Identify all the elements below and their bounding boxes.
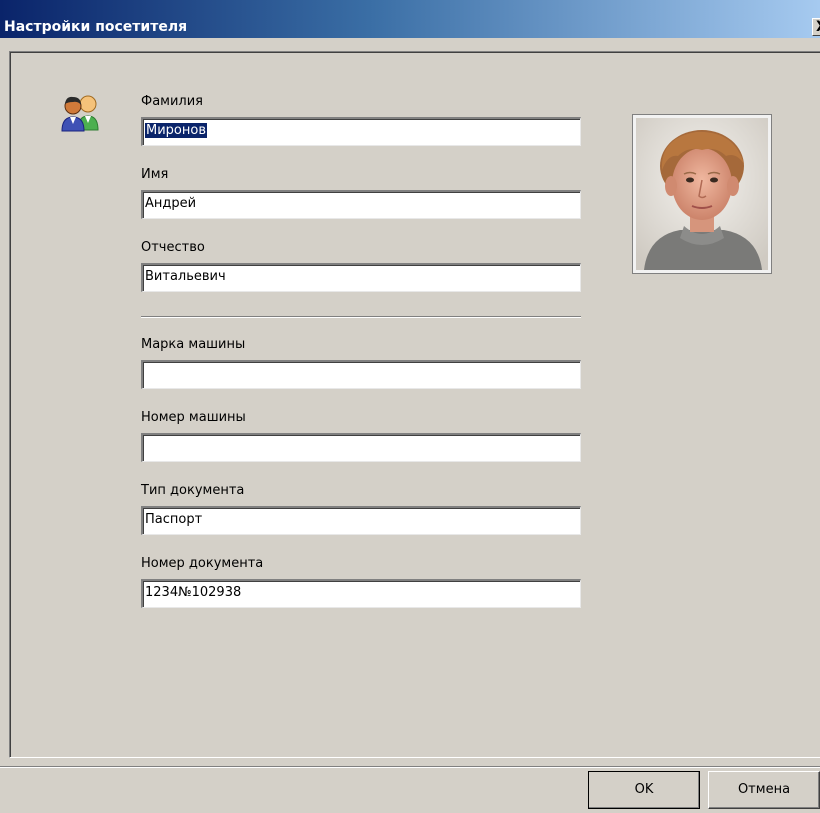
patronymic-field[interactable]: Витальевич <box>141 263 581 292</box>
window-title: Настройки посетителя <box>4 19 188 35</box>
car-brand-field[interactable] <box>141 360 581 389</box>
car-brand-label: Марка машины <box>141 337 246 352</box>
car-number-field[interactable] <box>141 433 581 462</box>
car-number-label: Номер машины <box>141 410 246 425</box>
doc-number-field[interactable]: 1234№102938 <box>141 579 581 608</box>
visitor-photo[interactable] <box>632 114 772 274</box>
users-icon <box>61 95 99 132</box>
first-name-label: Имя <box>141 167 169 182</box>
last-name-label: Фамилия <box>141 94 203 109</box>
doc-type-label: Тип документа <box>141 483 245 498</box>
visitor-photo-image <box>636 118 768 270</box>
first-name-field[interactable]: Андрей <box>141 190 581 219</box>
doc-number-label: Номер документа <box>141 556 264 571</box>
title-bar[interactable]: Настройки посетителя X <box>0 0 820 38</box>
last-name-value: Миронов <box>145 123 207 138</box>
form-divider <box>141 316 581 318</box>
cancel-button[interactable]: Отмена <box>708 771 820 809</box>
last-name-field[interactable]: Миронов <box>141 117 581 146</box>
patronymic-label: Отчество <box>141 240 205 255</box>
doc-type-field[interactable]: Паспорт <box>141 506 581 535</box>
ok-button[interactable]: OK <box>588 771 700 809</box>
bottom-separator <box>0 766 820 768</box>
close-button[interactable]: X <box>812 18 820 36</box>
